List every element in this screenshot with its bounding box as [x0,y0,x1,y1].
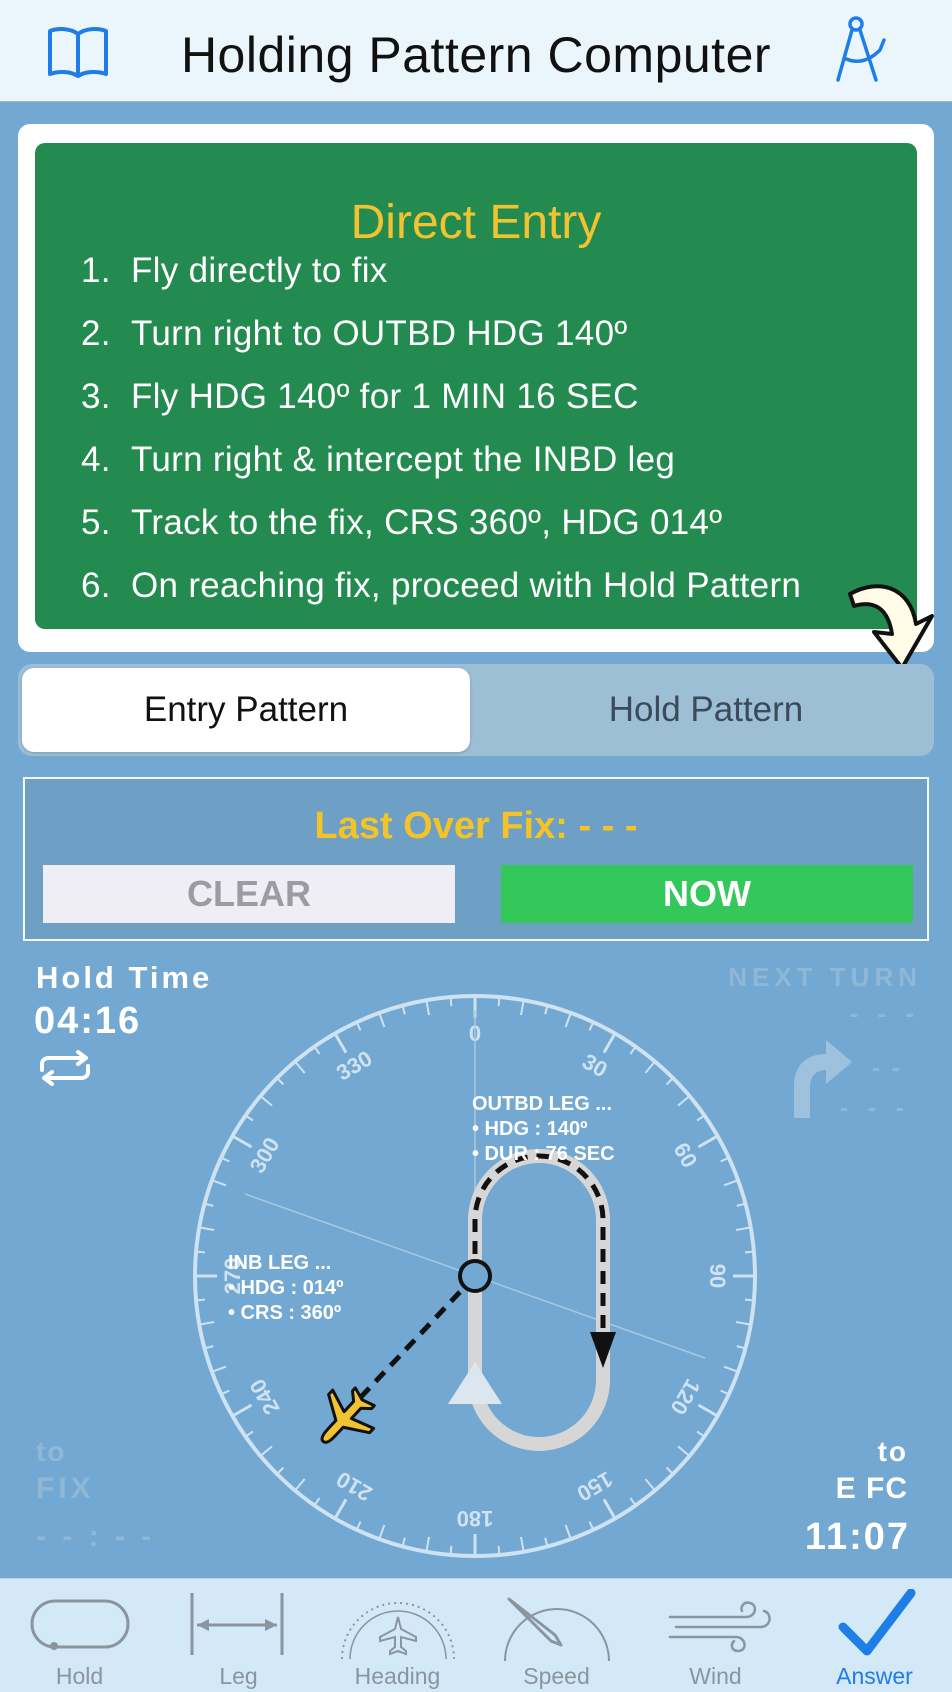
dial-tick [723,1179,739,1187]
entry-instructions-card: Direct Entry 1. Fly directly to fix 2. Tur… [35,143,917,629]
dial-tick [333,1032,348,1054]
compass-icon[interactable] [832,14,888,84]
dial-label-120: 120 [665,1375,705,1419]
entry-step: 5. Track to the fix, CRS 360º, HDG 014º [81,503,723,542]
dial-tick [378,1524,386,1540]
dial-tick [520,1536,525,1552]
dial-tick [333,1498,348,1520]
wind-icon [668,1601,771,1653]
inbound-leg-title: INB LEG ... [228,1252,331,1274]
dial-tick [259,1445,273,1457]
dial-tick [211,1179,227,1187]
to-fix-prefix: to [36,1436,67,1467]
next-turn-label: NEXT TURN [728,962,922,992]
next-turn-degrees: - - - [839,1092,910,1122]
outbound-leg-heading: • HDG : 140º [472,1118,587,1140]
dial-tick [564,1012,572,1028]
airplane-icon [320,1386,376,1444]
dial-tick [723,1365,739,1373]
dial-label-300: 300 [245,1133,285,1177]
tab-hold-pattern[interactable]: Hold Pattern [482,668,930,752]
efc-prefix: to [877,1436,908,1467]
dial-label-240: 240 [245,1375,285,1419]
bottom-tab-bar: Hold Leg Heading Speed Wind Answer [0,1578,952,1692]
hold-time-label: Hold Time [36,960,213,995]
inbound-leg-course: • CRS : 360º [228,1302,341,1324]
dial-tick [231,1134,253,1149]
tab-entry-pattern[interactable]: Entry Pattern [22,668,470,752]
hold-time-value: 04:16 [34,1000,142,1042]
aircraft-track [358,1274,477,1400]
entry-steps-list: 1. Fly directly to fix 2. Turn right to OU… [81,251,801,629]
entry-step: 4. Turn right & intercept the INBD leg [81,440,676,479]
dial-tick [199,1321,215,1326]
entry-step: 2. Turn right to OUTBD HDG 140º [81,314,628,353]
dial-tick [602,1498,617,1520]
dial-tick [425,1536,430,1552]
dial-tick [211,1365,227,1373]
entry-step: 1. Fly directly to fix [81,251,388,290]
dial-tick [677,1445,691,1457]
entry-type-heading: Direct Entry [350,196,602,249]
dial-label-90: 90 [705,1264,730,1288]
inbound-leg-heading: • HDG : 014º [228,1277,343,1299]
tab-wind[interactable]: Wind [636,1579,795,1692]
instructions-panel: Direct Entry 1. Fly directly to fix 2. Tur… [18,124,934,652]
last-over-fix-label: Last Over Fix: - - - [314,805,638,847]
dial-tick [294,1478,306,1492]
dial-tick [231,1403,253,1418]
dial-tick [425,1000,430,1016]
dial-tick [697,1403,719,1418]
entry-step: 3. Fly HDG 140º for 1 MIN 16 SEC [81,377,639,416]
dial-tick [378,1012,386,1028]
curved-arrow-icon [848,584,934,670]
speed-icon [504,1597,610,1661]
dial-tick [697,1134,719,1149]
heading-icon [341,1602,455,1660]
inbound-arrow [448,1362,502,1404]
dial-label-150: 150 [573,1466,617,1506]
tab-leg[interactable]: Leg [159,1579,318,1692]
efc-label: E FC [835,1472,908,1505]
app-title: Holding Pattern Computer [180,27,772,83]
now-button[interactable]: NOW [501,865,913,923]
dial-label-330: 330 [332,1046,376,1086]
holding-fix [458,1259,492,1293]
to-fix-time: - - : - - [36,1520,156,1553]
entry-step: 6. On reaching fix, proceed with Hold Pat… [81,566,802,605]
dial-tick [644,1478,656,1492]
last-over-fix-box: Last Over Fix: - - - CLEAR NOW [23,777,929,941]
dial-tick [735,1321,751,1326]
dial-tick [602,1032,617,1054]
efc-time: 11:07 [804,1516,910,1558]
next-turn-heading: - - - [849,998,920,1028]
outbound-leg-title: OUTBD LEG ... [472,1093,612,1115]
dial-tick [564,1524,572,1540]
dial-tick [677,1095,691,1107]
tab-answer[interactable]: Answer [795,1579,952,1692]
to-fix-label: FIX [36,1472,95,1505]
dial-tick [199,1226,215,1231]
next-turn-direction: - - [871,1052,902,1082]
leg-icon [190,1593,284,1655]
dial-label-210: 210 [332,1466,376,1506]
tab-hold[interactable]: Hold [0,1579,159,1692]
dial-label-60: 60 [669,1138,703,1172]
top-bar: Holding Pattern Computer [0,0,952,102]
dial-tick [520,1000,525,1016]
outbound-leg-duration: • DUR : 76 SEC [472,1143,615,1165]
dial-tick [294,1060,306,1074]
hold-icon [30,1599,130,1650]
pattern-segmented-control: Entry Pattern Hold Pattern [18,664,934,756]
tab-speed[interactable]: Speed [477,1579,636,1692]
dial-tick [644,1060,656,1074]
checkmark-icon [838,1589,916,1656]
repeat-icon[interactable] [34,1050,96,1086]
dial-tick [259,1095,273,1107]
dial-tick [735,1226,751,1231]
dial-label-30: 30 [578,1049,612,1083]
dial-label-180: 180 [457,1506,494,1531]
clear-button[interactable]: CLEAR [43,865,455,923]
tab-heading[interactable]: Heading [318,1579,477,1692]
